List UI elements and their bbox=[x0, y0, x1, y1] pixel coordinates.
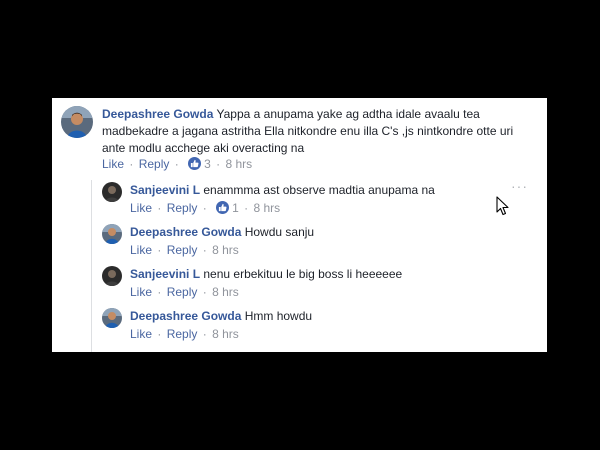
separator: · bbox=[202, 243, 207, 257]
avatar-main[interactable] bbox=[61, 106, 93, 138]
reply-button[interactable]: Reply bbox=[167, 285, 198, 299]
reply-2-author[interactable]: Deepashree Gowda bbox=[130, 225, 241, 239]
main-comment-actions: Like · Reply · 3 · 8 hrs bbox=[102, 157, 252, 171]
like-button[interactable]: Like bbox=[102, 157, 124, 171]
timestamp[interactable]: 8 hrs bbox=[212, 285, 239, 299]
avatar-image bbox=[61, 106, 93, 138]
main-comment-line-3: ante modlu acchege aki overacting na bbox=[102, 141, 305, 155]
reply-button[interactable]: Reply bbox=[139, 157, 170, 171]
main-comment-line-1: Yappa a anupama yake ag adtha idale avaa… bbox=[216, 107, 480, 121]
timestamp[interactable]: 8 hrs bbox=[212, 243, 239, 257]
separator: · bbox=[174, 157, 179, 171]
separator: · bbox=[157, 201, 162, 215]
main-comment-text: Deepashree Gowda Yappa a anupama yake ag… bbox=[102, 106, 532, 157]
separator: · bbox=[202, 285, 207, 299]
reply-1-actions: Like · Reply · 1 · 8 hrs bbox=[130, 201, 280, 215]
reply-1-body: enammma ast observe madtia anupama na bbox=[203, 183, 435, 197]
like-button[interactable]: Like bbox=[130, 201, 152, 215]
like-button[interactable]: Like bbox=[130, 243, 152, 257]
separator: · bbox=[157, 327, 162, 341]
separator: · bbox=[129, 157, 134, 171]
timestamp[interactable]: 8 hrs bbox=[212, 327, 239, 341]
avatar-image bbox=[102, 266, 122, 286]
like-button[interactable]: Like bbox=[130, 327, 152, 341]
thread-line bbox=[91, 180, 92, 352]
separator: · bbox=[244, 201, 249, 215]
mouse-cursor-icon bbox=[496, 196, 509, 216]
reply-4-text: Deepashree Gowda Hmm howdu bbox=[130, 308, 490, 325]
timestamp[interactable]: 8 hrs bbox=[253, 201, 280, 215]
reply-2-body: Howdu sanju bbox=[244, 225, 315, 239]
avatar-reply-2[interactable] bbox=[102, 224, 122, 244]
reaction-count[interactable]: 1 bbox=[232, 201, 239, 215]
reply-4-author[interactable]: Deepashree Gowda bbox=[130, 309, 241, 323]
avatar-image bbox=[102, 308, 122, 328]
more-options-icon[interactable]: ··· bbox=[511, 178, 528, 194]
avatar-reply-1[interactable] bbox=[102, 182, 122, 202]
reply-3-author[interactable]: Sanjeevini L bbox=[130, 267, 200, 281]
timestamp[interactable]: 8 hrs bbox=[225, 157, 252, 171]
reply-1-author[interactable]: Sanjeevini L bbox=[130, 183, 200, 197]
reply-button[interactable]: Reply bbox=[167, 201, 198, 215]
separator: · bbox=[216, 157, 221, 171]
separator: · bbox=[157, 285, 162, 299]
main-comment-line-2: madbekadre a jagana astritha Ella nitkon… bbox=[102, 124, 514, 138]
reply-button[interactable]: Reply bbox=[167, 243, 198, 257]
separator: · bbox=[202, 327, 207, 341]
thumbs-up-icon[interactable] bbox=[216, 201, 230, 214]
separator: · bbox=[202, 201, 207, 215]
reply-4-body: Hmm howdu bbox=[244, 309, 313, 323]
like-button[interactable]: Like bbox=[130, 285, 152, 299]
main-comment-author[interactable]: Deepashree Gowda bbox=[102, 107, 213, 121]
reply-1-text: Sanjeevini L enammma ast observe madtia … bbox=[130, 182, 490, 199]
avatar-reply-4[interactable] bbox=[102, 308, 122, 328]
reply-2-text: Deepashree Gowda Howdu sanju bbox=[130, 224, 490, 241]
avatar-image bbox=[102, 182, 122, 202]
avatar-reply-3[interactable] bbox=[102, 266, 122, 286]
separator: · bbox=[157, 243, 162, 257]
thumbs-up-icon[interactable] bbox=[188, 157, 202, 170]
reply-4-actions: Like · Reply · 8 hrs bbox=[130, 327, 239, 341]
reply-3-text: Sanjeevini L nenu erbekituu le big boss … bbox=[130, 266, 490, 283]
avatar-image bbox=[102, 224, 122, 244]
reply-3-actions: Like · Reply · 8 hrs bbox=[130, 285, 239, 299]
reply-button[interactable]: Reply bbox=[167, 327, 198, 341]
reaction-count[interactable]: 3 bbox=[204, 157, 211, 171]
reply-3-body: nenu erbekituu le big boss li heeeeee bbox=[203, 267, 403, 281]
reply-2-actions: Like · Reply · 8 hrs bbox=[130, 243, 239, 257]
